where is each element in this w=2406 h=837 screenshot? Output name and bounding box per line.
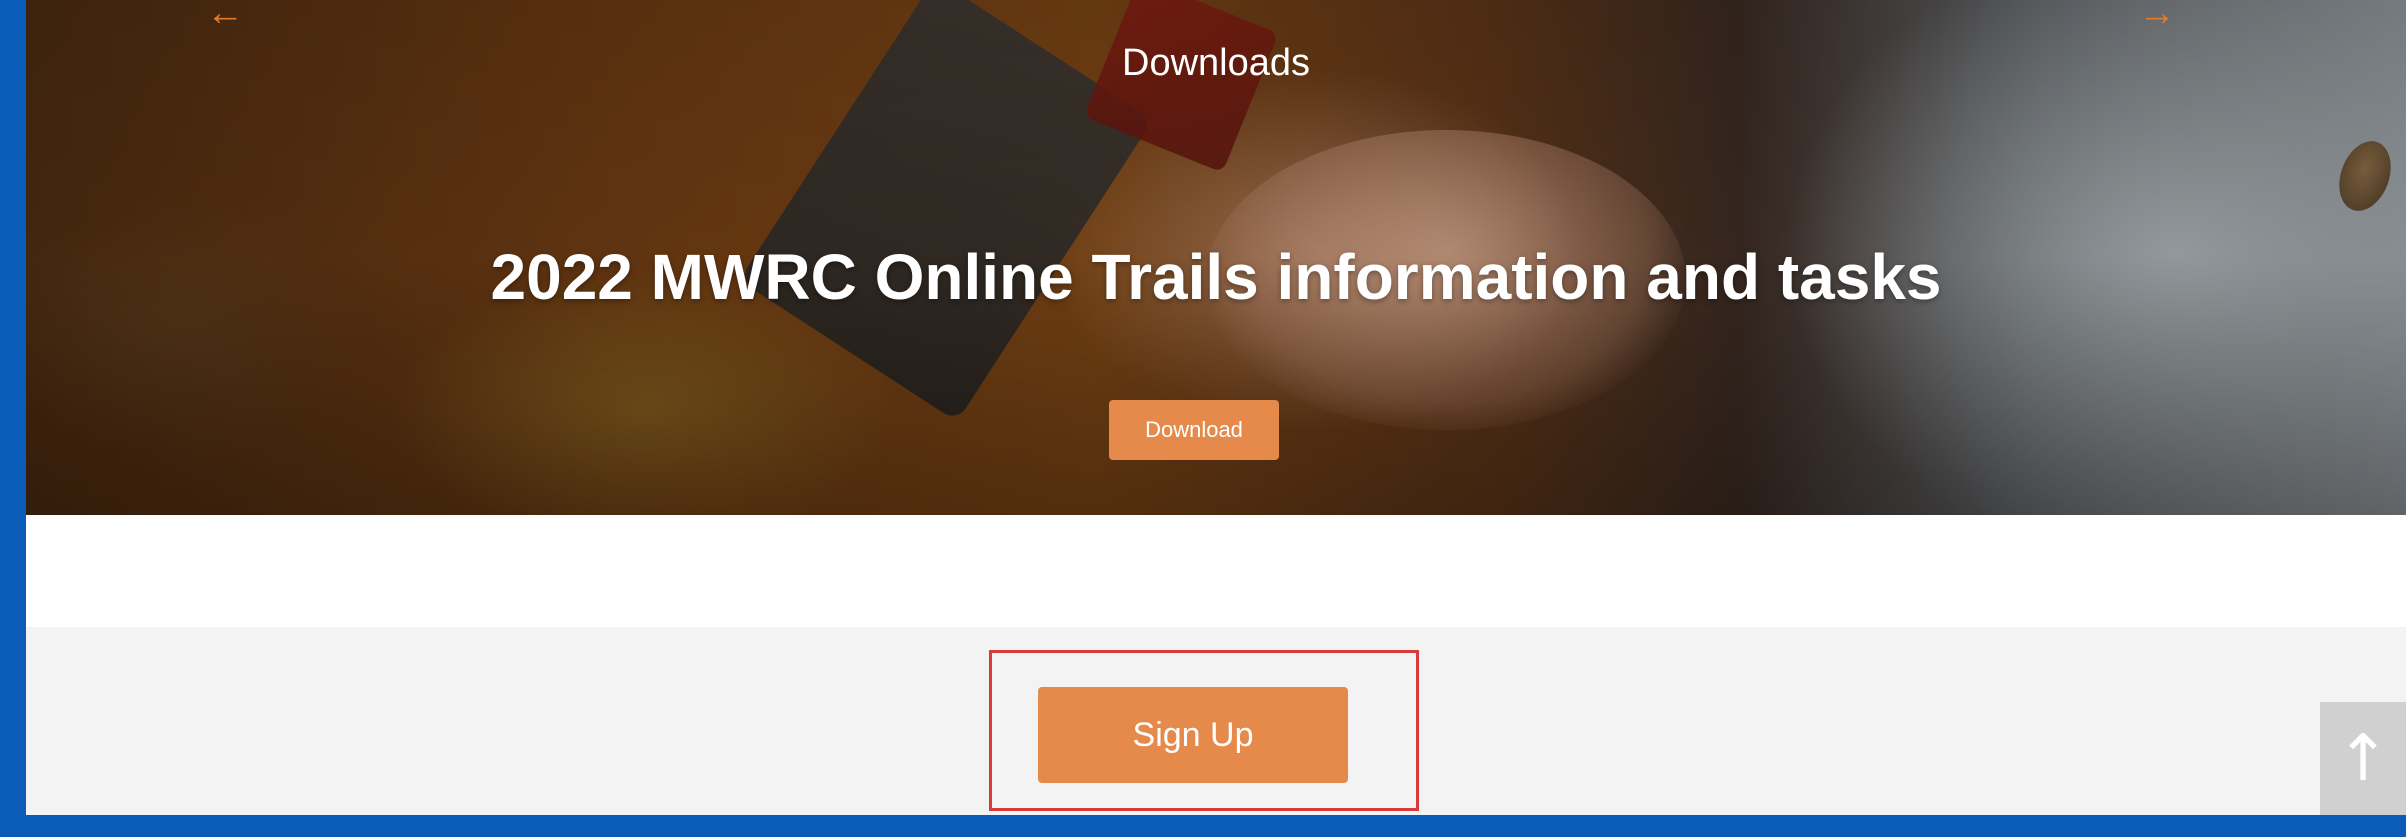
page: ← → Downloads 2022 MWRC Online Trails in… <box>26 0 2406 815</box>
hero-title: 2022 MWRC Online Trails information and … <box>490 241 1942 313</box>
hero-banner: ← → Downloads 2022 MWRC Online Trails in… <box>26 0 2406 515</box>
slider-next-arrow-icon[interactable]: → <box>2138 0 2176 32</box>
sign-up-button[interactable]: Sign Up <box>1038 687 1348 783</box>
slider-prev-arrow-icon[interactable]: ← <box>206 0 244 32</box>
window-frame-left <box>0 0 26 837</box>
hero-kicker: Downloads <box>1122 42 1310 84</box>
download-button[interactable]: Download <box>1109 400 1279 460</box>
window-frame-bottom <box>0 815 2406 837</box>
arrow-up-icon: ↑ <box>2336 721 2390 796</box>
spacer-band <box>26 515 2406 627</box>
scroll-to-top-button[interactable]: ↑ <box>2320 702 2406 815</box>
